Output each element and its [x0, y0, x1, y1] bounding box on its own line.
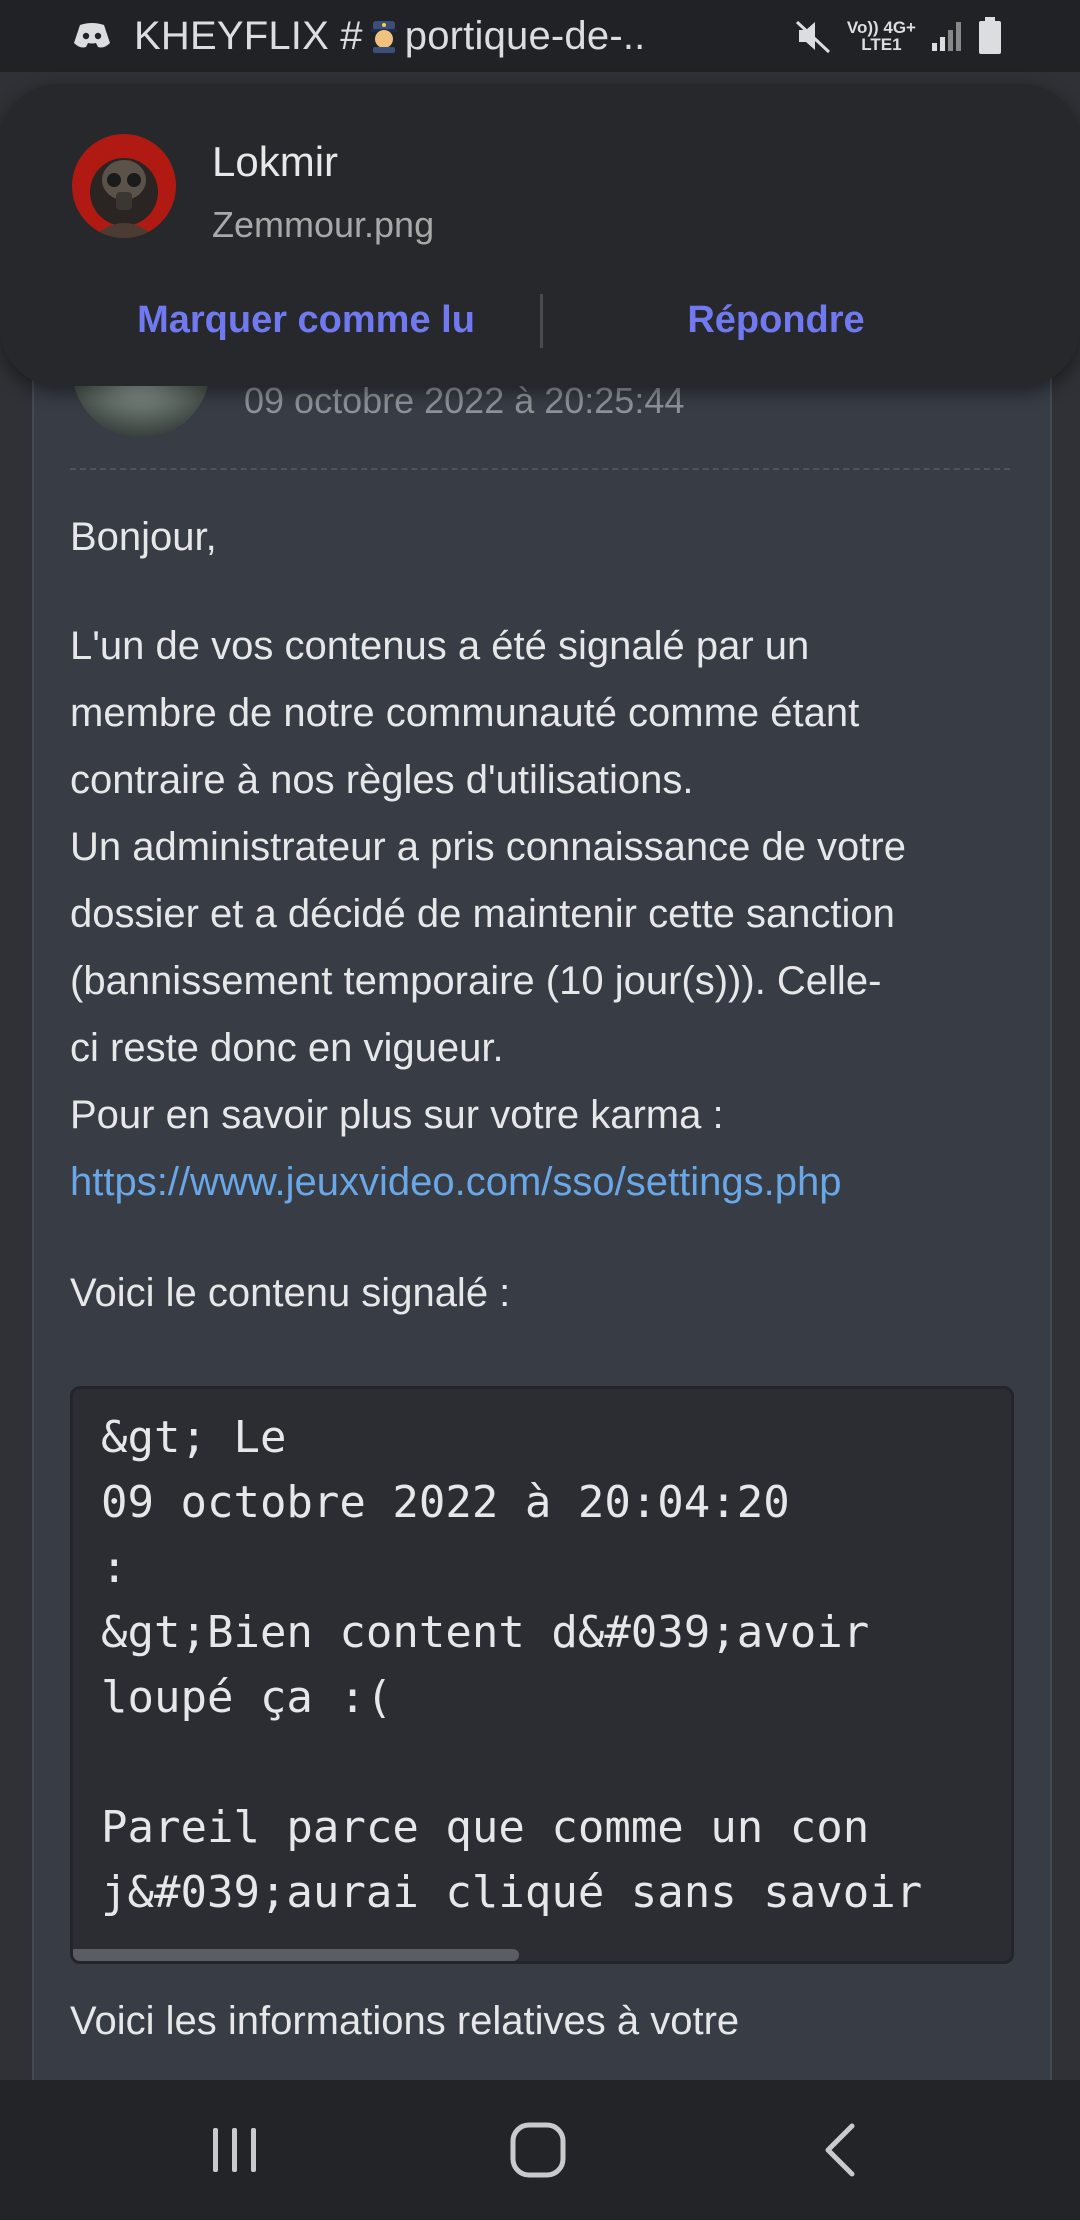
- code-scrollbar[interactable]: [73, 1949, 519, 1961]
- notification-sender: Lokmir: [212, 138, 339, 185]
- back-icon: [825, 2123, 855, 2177]
- message-timestamp: 09 octobre 2022 à 20:25:44: [244, 380, 685, 421]
- greeting: Bonjour,: [70, 515, 217, 559]
- recents-icon: [213, 2128, 256, 2172]
- body-line: contraire à nos règles d'utilisations.: [70, 758, 694, 802]
- network-label-bottom: LTE1: [861, 35, 902, 54]
- mark-as-read-button[interactable]: Marquer comme lu: [76, 284, 536, 356]
- action-separator: [540, 294, 543, 348]
- code-line: 09 octobre 2022 à 20:04:20: [101, 1477, 790, 1528]
- code-block[interactable]: &gt; Le 09 octobre 2022 à 20:04:20: &gt;Bi…: [70, 1386, 1014, 1964]
- battery-icon: [979, 17, 1001, 54]
- notification-body: Zemmour.png: [212, 204, 435, 245]
- notification-actions: Marquer comme lu Répondre: [0, 284, 1080, 356]
- body-line: Un administrateur a pris connaissance de…: [70, 825, 906, 869]
- body-line: ci reste donc en vigueur.: [70, 1026, 504, 1070]
- mute-icon: [795, 20, 830, 54]
- status-title-suffix: portique-de-..: [404, 13, 646, 58]
- code-line: :: [101, 1542, 128, 1593]
- navigation-bar: [0, 2080, 1080, 2220]
- message-body: Bonjour, L'un de vos contenus a été sign…: [70, 504, 1020, 1327]
- code-line: &gt; Le: [101, 1412, 287, 1463]
- back-button[interactable]: [740, 2080, 940, 2220]
- code-line: Pareil parce que comme un con: [101, 1802, 870, 1853]
- reported-intro: Voici le contenu signalé :: [70, 1271, 511, 1315]
- police-officer-emoji: [370, 21, 397, 53]
- reply-button[interactable]: Répondre: [560, 284, 992, 356]
- notification-avatar: [72, 134, 176, 238]
- info-line: Voici les informations relatives à votre: [70, 1999, 740, 2043]
- divider: [70, 468, 1010, 470]
- recents-button[interactable]: [135, 2080, 335, 2220]
- notification-popup[interactable]: Lokmir Zemmour.png Marquer comme lu Répo…: [0, 84, 1080, 386]
- code-text: &gt; Le 09 octobre 2022 à 20:04:20: &gt;Bi…: [101, 1405, 922, 1925]
- body-line: dossier et a décidé de maintenir cette s…: [70, 892, 895, 936]
- signal-icon: [932, 22, 961, 51]
- body-line: (bannissement temporaire (10 jour(s))). …: [70, 959, 882, 1003]
- code-line: loupé ça :(: [101, 1672, 393, 1723]
- body-line: membre de notre communauté comme étant: [70, 691, 860, 735]
- status-title-prefix: KHEYFLIX #: [134, 13, 363, 58]
- body-line: Pour en savoir plus sur votre karma :: [70, 1093, 724, 1137]
- network-indicator: Vo)) 4G+ LTE1: [847, 19, 916, 53]
- code-line: j&#039;aurai cliqué sans savoir: [101, 1867, 923, 1918]
- code-line: &gt;Bien content d&#039;avoir: [101, 1607, 870, 1658]
- screen: 09 octobre 2022 à 20:25:44 Bonjour, L'un…: [0, 0, 1080, 2220]
- karma-link[interactable]: https://www.jeuxvideo.com/sso/settings.p…: [70, 1149, 1020, 1216]
- status-bar: KHEYFLIX # portique-de-.. Vo)) 4G+ LTE1: [0, 0, 1080, 72]
- network-label-top: Vo)) 4G+: [846, 18, 916, 37]
- body-line: L'un de vos contenus a été signalé par u…: [70, 624, 810, 668]
- home-button[interactable]: [438, 2080, 638, 2220]
- home-icon: [510, 2122, 566, 2178]
- discord-icon: [74, 23, 110, 48]
